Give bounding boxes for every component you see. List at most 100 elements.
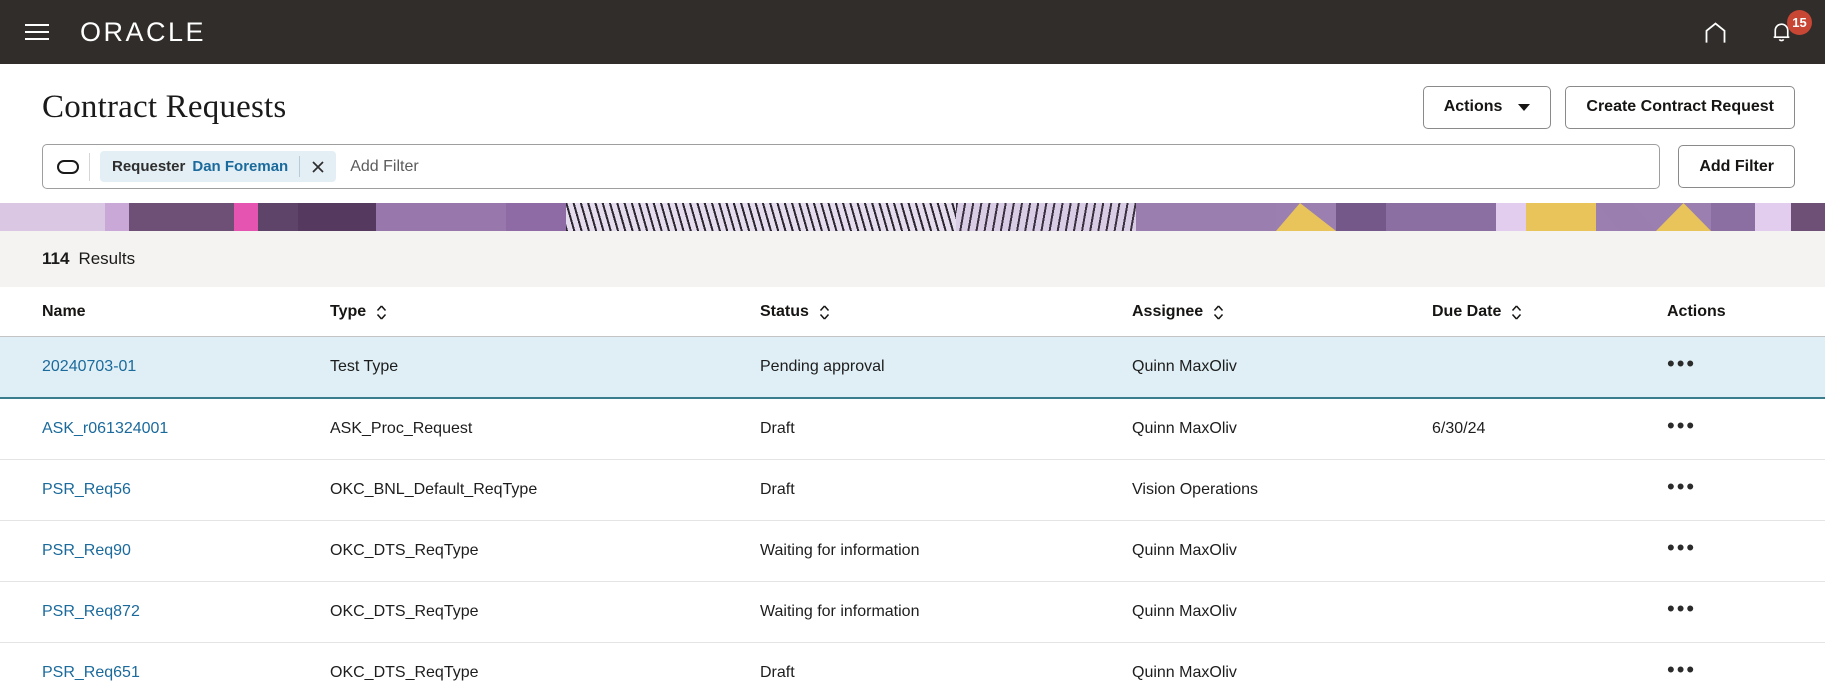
cell-name[interactable]: PSR_Req56	[0, 459, 330, 521]
add-filter-button[interactable]: Add Filter	[1678, 145, 1795, 188]
cell-type-text: Test Type	[330, 358, 399, 375]
hamburger-menu-icon[interactable]	[20, 15, 54, 49]
cell-type-text: OKC_DTS_ReqType	[330, 542, 479, 559]
row-actions-kebab-icon[interactable]: •••	[1667, 474, 1696, 499]
column-header-actions-label: Actions	[1667, 303, 1726, 320]
row-actions-kebab-icon[interactable]: •••	[1667, 596, 1696, 621]
column-header-assignee[interactable]: Assignee	[1132, 287, 1432, 337]
column-header-name-label: Name	[42, 303, 86, 320]
sort-icon[interactable]	[818, 304, 831, 321]
cell-assignee-text: Quinn MaxOliv	[1132, 542, 1237, 559]
column-header-due-date-label: Due Date	[1432, 303, 1502, 320]
cell-status: Draft	[760, 398, 1132, 460]
filter-toggle-icon[interactable]	[57, 159, 79, 174]
cell-type-text: OKC_DTS_ReqType	[330, 603, 479, 620]
cell-status-text: Draft	[760, 420, 795, 437]
cell-type: ASK_Proc_Request	[330, 398, 760, 460]
cell-name[interactable]: ASK_r061324001	[0, 398, 330, 460]
cell-name[interactable]: PSR_Req90	[0, 520, 330, 582]
cell-assignee: Quinn MaxOliv	[1132, 336, 1432, 399]
cell-actions[interactable]: •••	[1667, 459, 1825, 521]
sort-icon[interactable]	[1212, 304, 1225, 321]
bell-icon[interactable]: 15	[1763, 10, 1812, 50]
cell-assignee: Quinn MaxOliv	[1132, 398, 1432, 460]
cell-type-text: OKC_DTS_ReqType	[330, 664, 479, 681]
column-header-actions: Actions	[1667, 287, 1825, 337]
cell-due-date	[1432, 581, 1667, 643]
cell-actions[interactable]: •••	[1667, 581, 1825, 643]
add-filter-input[interactable]	[346, 157, 1650, 176]
cell-due-date	[1432, 642, 1667, 699]
table-row[interactable]: PSR_Req56 OKC_BNL_Default_ReqType Draft Vis…	[0, 459, 1825, 521]
chevron-down-icon	[1518, 103, 1531, 111]
global-header: ORACLE 15	[0, 0, 1825, 64]
create-contract-request-button[interactable]: Create Contract Request	[1565, 85, 1795, 129]
cell-actions[interactable]: •••	[1667, 398, 1825, 460]
contract-requests-table: Name Type Status Assignee Due Date Actio…	[0, 287, 1825, 699]
cell-name-text[interactable]: PSR_Req872	[42, 603, 140, 620]
column-header-status[interactable]: Status	[760, 287, 1132, 337]
sort-icon[interactable]	[375, 304, 388, 321]
cell-name-text[interactable]: PSR_Req651	[42, 664, 140, 681]
cell-due-date-text: 6/30/24	[1432, 420, 1486, 437]
add-filter-button-label: Add Filter	[1699, 157, 1774, 175]
cell-name-text[interactable]: ASK_r061324001	[42, 420, 168, 437]
cell-status-text: Waiting for information	[760, 542, 920, 559]
actions-button-label: Actions	[1443, 98, 1503, 115]
table-row[interactable]: PSR_Req872 OKC_DTS_ReqType Waiting for inf…	[0, 581, 1825, 643]
row-actions-kebab-icon[interactable]: •••	[1667, 351, 1696, 376]
cell-name-text[interactable]: PSR_Req90	[42, 542, 131, 559]
cell-actions[interactable]: •••	[1667, 520, 1825, 582]
cell-type: OKC_BNL_Default_ReqType	[330, 459, 760, 521]
cell-status: Waiting for information	[760, 581, 1132, 643]
cell-name-text[interactable]: PSR_Req56	[42, 481, 131, 498]
cell-name[interactable]: PSR_Req651	[0, 642, 330, 699]
column-header-due-date[interactable]: Due Date	[1432, 287, 1667, 337]
column-header-name: Name	[0, 287, 330, 337]
cell-assignee: Quinn MaxOliv	[1132, 581, 1432, 643]
cell-due-date	[1432, 336, 1667, 399]
close-icon[interactable]	[300, 151, 336, 182]
table-row[interactable]: PSR_Req651 OKC_DTS_ReqType Draft Quinn MaxO…	[0, 642, 1825, 699]
row-actions-kebab-icon[interactable]: •••	[1667, 413, 1696, 438]
cell-assignee: Quinn MaxOliv	[1132, 642, 1432, 699]
filter-bar[interactable]: Requester Dan Foreman	[42, 144, 1661, 189]
cell-assignee-text: Vision Operations	[1132, 481, 1258, 498]
cell-type: OKC_DTS_ReqType	[330, 581, 760, 643]
row-actions-kebab-icon[interactable]: •••	[1667, 657, 1696, 682]
column-header-assignee-label: Assignee	[1132, 303, 1204, 320]
filter-chip-label: Requester	[112, 158, 186, 175]
filter-row: Requester Dan Foreman Add Filter	[0, 130, 1825, 203]
column-header-type[interactable]: Type	[330, 287, 760, 337]
cell-assignee-text: Quinn MaxOliv	[1132, 664, 1237, 681]
actions-button[interactable]: Actions	[1422, 85, 1552, 129]
table-row[interactable]: ASK_r061324001 ASK_Proc_Request Draft Quinn…	[0, 398, 1825, 460]
cell-assignee: Vision Operations	[1132, 459, 1432, 521]
cell-assignee-text: Quinn MaxOliv	[1132, 420, 1237, 437]
cell-due-date	[1432, 459, 1667, 521]
header-actions: 15	[1697, 10, 1812, 50]
cell-name-text[interactable]: 20240703-01	[42, 358, 136, 375]
filter-chip-requester[interactable]: Requester Dan Foreman	[100, 151, 337, 182]
cell-status: Pending approval	[760, 336, 1132, 399]
cell-type: OKC_DTS_ReqType	[330, 520, 760, 582]
cell-actions[interactable]: •••	[1667, 336, 1825, 399]
home-icon[interactable]	[1697, 14, 1733, 50]
cell-status-text: Pending approval	[760, 358, 885, 375]
cell-status: Draft	[760, 642, 1132, 699]
sort-icon[interactable]	[1510, 304, 1523, 321]
table-row[interactable]: PSR_Req90 OKC_DTS_ReqType Waiting for info…	[0, 520, 1825, 582]
table-row[interactable]: 20240703-01 Test Type Pending approval Quin…	[0, 336, 1825, 399]
cell-type: Test Type	[330, 336, 760, 399]
cell-due-date	[1432, 520, 1667, 582]
cell-actions[interactable]: •••	[1667, 642, 1825, 699]
column-header-type-label: Type	[330, 303, 367, 320]
cell-status-text: Draft	[760, 481, 795, 498]
cell-name[interactable]: PSR_Req872	[0, 581, 330, 643]
cell-type: OKC_DTS_ReqType	[330, 642, 760, 699]
cell-type-text: OKC_BNL_Default_ReqType	[330, 481, 538, 498]
cell-name[interactable]: 20240703-01	[0, 336, 330, 399]
results-bar: 114 Results	[0, 231, 1825, 287]
cell-due-date: 6/30/24	[1432, 398, 1667, 460]
row-actions-kebab-icon[interactable]: •••	[1667, 535, 1696, 560]
